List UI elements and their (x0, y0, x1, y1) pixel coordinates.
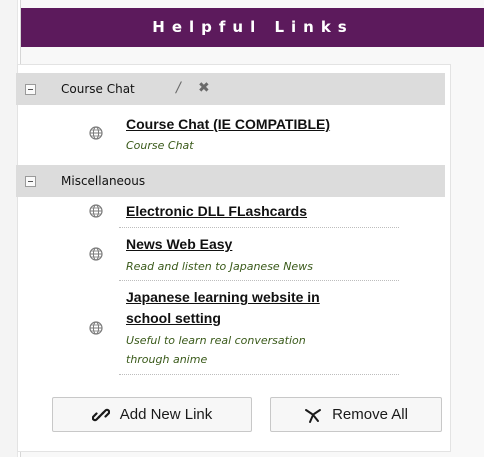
broken-link-icon (305, 408, 322, 423)
remove-all-button[interactable]: Remove All (270, 397, 442, 432)
collapse-icon[interactable] (25, 176, 36, 187)
delete-icon[interactable]: ✖ (198, 80, 210, 96)
link-description: through anime (126, 353, 208, 366)
link-electronic-dll-flashcards[interactable]: Electronic DLL FLashcards (126, 202, 307, 220)
edit-icon[interactable]: / (176, 80, 181, 96)
collapse-icon[interactable] (25, 84, 36, 95)
left-edge (0, 0, 18, 457)
globe-icon (89, 126, 103, 140)
link-description: Useful to learn real conversation (126, 334, 306, 347)
link-japanese-learning-website[interactable]: school setting (126, 309, 221, 327)
globe-icon (89, 247, 103, 261)
remove-all-label: Remove All (332, 406, 408, 423)
link-course-chat[interactable]: Course Chat (IE COMPATIBLE) (126, 115, 330, 133)
link-news-web-easy[interactable]: News Web Easy (126, 235, 232, 253)
category-label: Miscellaneous (61, 174, 146, 188)
link-icon (91, 408, 110, 421)
separator (119, 280, 399, 281)
category-label: Course Chat (61, 82, 135, 96)
globe-icon (89, 321, 103, 335)
add-new-link-button[interactable]: Add New Link (52, 397, 252, 432)
category-row-miscellaneous[interactable]: Miscellaneous (16, 165, 445, 197)
link-description: Course Chat (126, 139, 194, 152)
add-new-link-label: Add New Link (119, 406, 213, 423)
category-row-course-chat[interactable]: Course Chat / ✖ (16, 73, 445, 105)
globe-icon (89, 204, 103, 218)
link-description: Read and listen to Japanese News (126, 260, 313, 273)
separator (119, 227, 399, 228)
separator (119, 374, 399, 375)
widget-title: Helpful Links (21, 8, 484, 47)
link-japanese-learning-website[interactable]: Japanese learning website in (126, 288, 320, 306)
